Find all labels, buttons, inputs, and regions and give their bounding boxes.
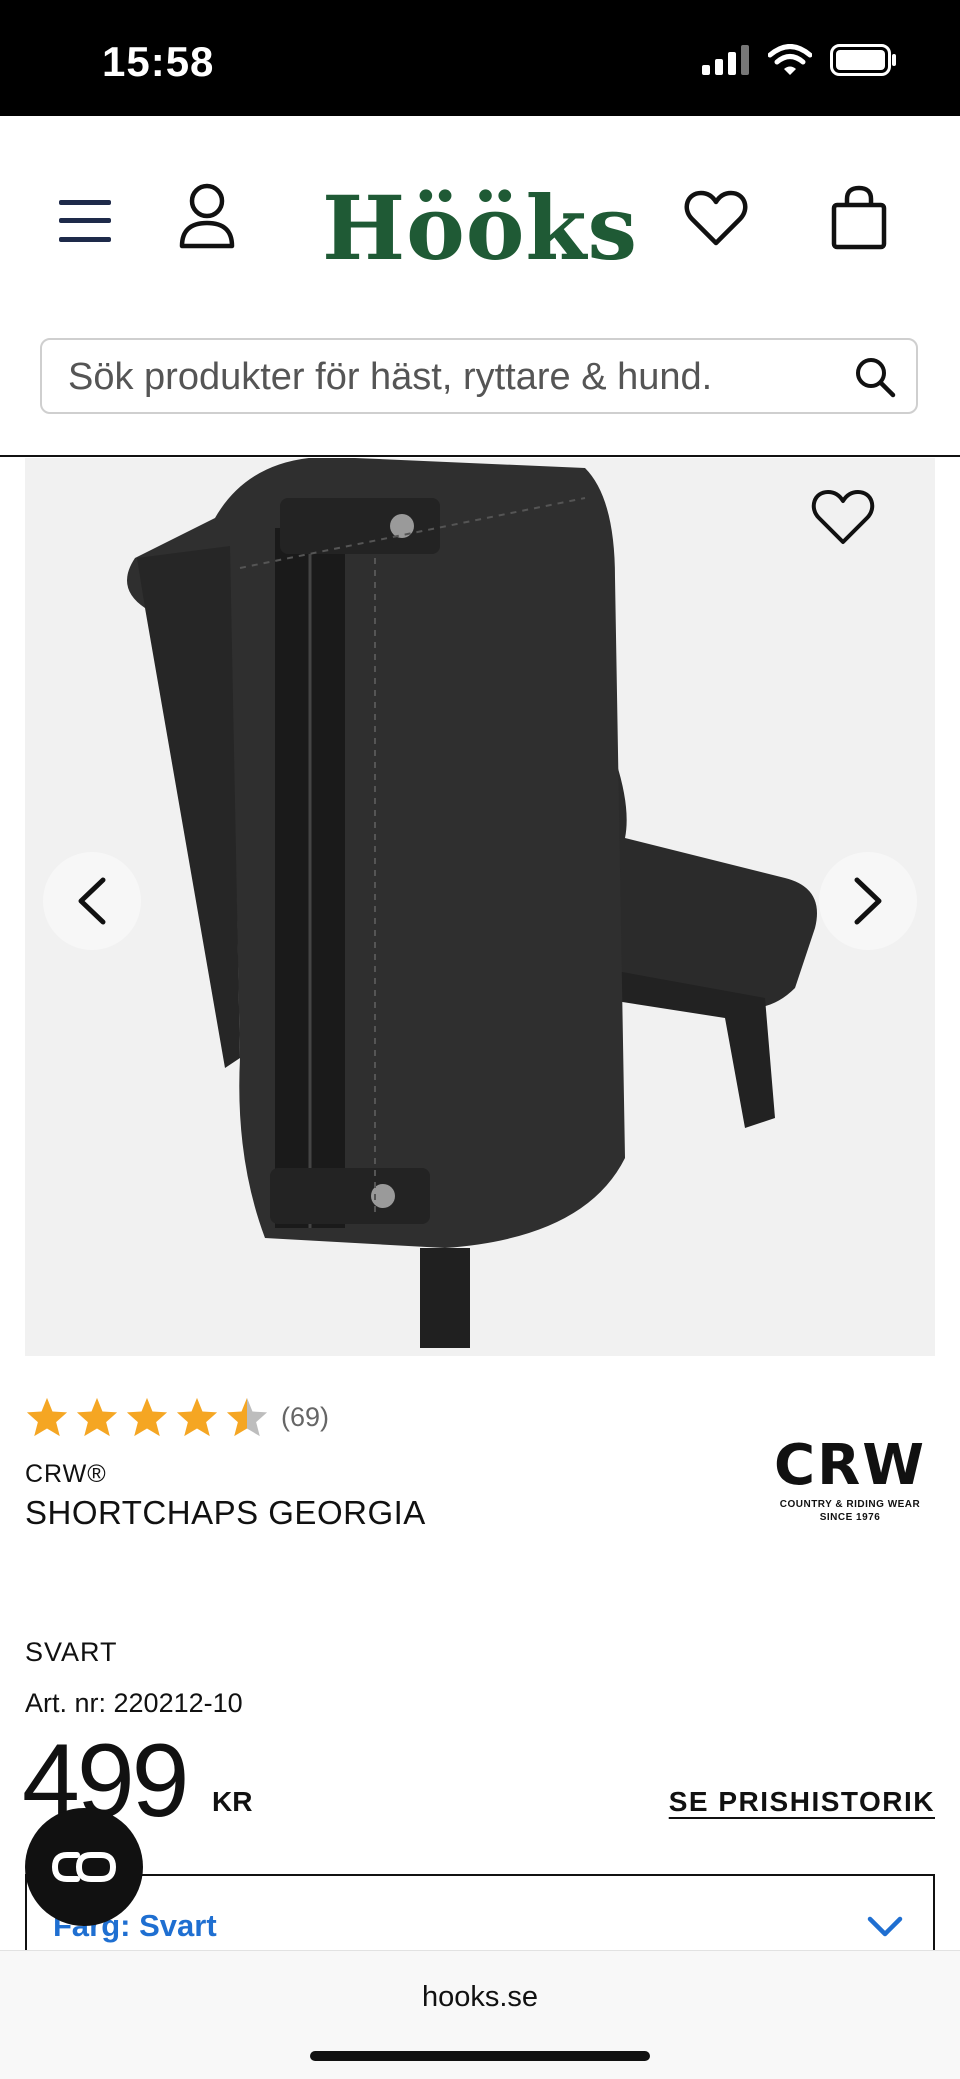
brand-logo-since: SINCE 1976 (819, 1512, 881, 1523)
wifi-icon (768, 44, 812, 75)
home-indicator[interactable] (310, 2051, 650, 2061)
star-icon (126, 1397, 168, 1437)
carousel-prev-button[interactable] (43, 852, 141, 950)
product-color: SVART (25, 1637, 118, 1667)
carousel-next-button[interactable] (819, 852, 917, 950)
product-title: SHORTCHAPS GEORGIA (25, 1494, 426, 1531)
search-input[interactable] (66, 340, 830, 414)
status-icons (702, 44, 898, 76)
brand-logo[interactable]: Hööks (0, 176, 960, 280)
brand-logo-tagline: COUNTRY & RIDING WEAR (779, 1499, 921, 1510)
site-header: Hööks (0, 116, 960, 334)
battery-icon (830, 44, 896, 76)
product-favorite-button[interactable] (811, 488, 875, 551)
rating-count[interactable]: (69) (281, 1402, 329, 1433)
heart-icon (684, 190, 748, 246)
product-image (127, 458, 817, 1348)
product-image-carousel[interactable] (25, 458, 935, 1356)
star-icon (76, 1397, 118, 1437)
chevron-left-icon (78, 877, 106, 925)
header-divider (0, 455, 960, 457)
price-history-link[interactable]: SE PRISHISTORIK (669, 1786, 935, 1818)
brand-logo-crw[interactable]: CRW COUNTRY & RIDING WEAR SINCE 1976 (770, 1438, 930, 1524)
shopping-bag-icon (831, 185, 887, 250)
star-icon (26, 1397, 68, 1437)
signal-icon (702, 45, 749, 75)
half-star-icon (226, 1397, 268, 1437)
status-bar: 15:58 (0, 0, 960, 116)
cart-button[interactable] (826, 182, 892, 254)
article-number: Art. nr: 220212-10 (25, 1688, 243, 1718)
chat-button[interactable] (25, 1808, 143, 1926)
search-icon (856, 358, 896, 398)
chevron-down-icon (867, 1916, 903, 1937)
browser-url[interactable]: hooks.se (0, 1981, 960, 2014)
chevron-right-icon (854, 877, 882, 925)
wishlist-button[interactable] (682, 186, 750, 250)
star-icon (176, 1397, 218, 1437)
brand-logo-text: CRW (774, 1433, 926, 1498)
browser-bottom-bar: hooks.se (0, 1950, 960, 2079)
chat-icon (51, 1852, 117, 1882)
heart-icon (811, 490, 875, 544)
search-bar (40, 338, 918, 414)
product-rating[interactable]: (69) (25, 1396, 329, 1438)
product-brand[interactable]: CRW® (25, 1460, 107, 1489)
status-time: 15:58 (102, 38, 215, 85)
search-button[interactable] (854, 356, 896, 403)
price-currency: KR (212, 1786, 253, 1817)
